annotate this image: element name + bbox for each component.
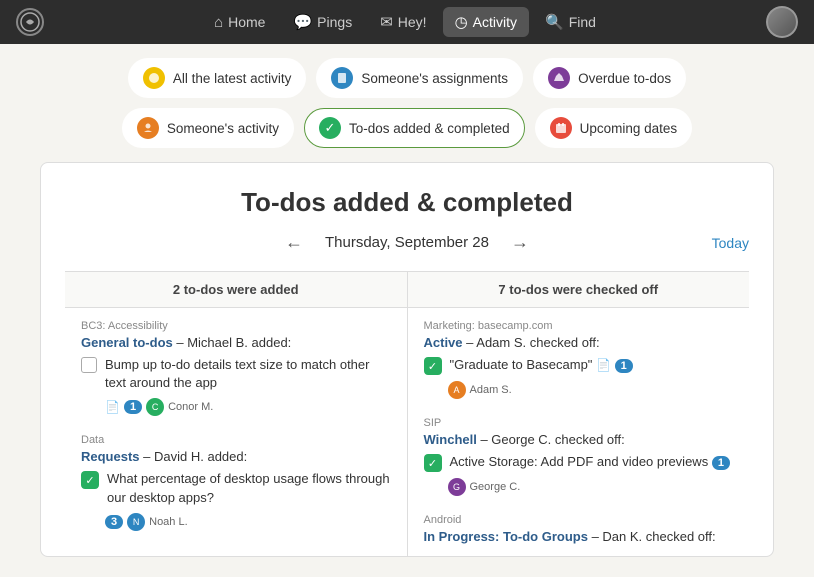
nav-find-label: Find <box>569 14 596 30</box>
checked-project-2: SIP <box>424 417 734 429</box>
filter-overdue-label: Overdue to-dos <box>578 71 671 86</box>
nav-home-label: Home <box>228 14 265 30</box>
conor-name: Conor M. <box>168 401 213 413</box>
upcoming-icon <box>550 117 572 139</box>
badge-1: 1 <box>124 400 142 414</box>
all-latest-icon <box>143 67 165 89</box>
avatar-image <box>766 6 798 38</box>
date-navigation: ← Thursday, September 28 → Today <box>65 230 749 255</box>
today-link[interactable]: Today <box>712 235 749 251</box>
noah-name: Noah L. <box>149 516 188 528</box>
noah-avatar: N <box>127 513 145 531</box>
prev-date-arrow[interactable]: ← <box>279 230 309 255</box>
checked-todo-2: ✓ Active Storage: Add PDF and video prev… <box>424 453 734 472</box>
nav-hey[interactable]: ✉ Hey! <box>368 7 438 37</box>
added-todo-1: Bump up to-do details text size to match… <box>81 356 391 392</box>
badge-c1: 1 <box>615 359 633 373</box>
added-section1-header: General to-dos – Michael B. added: <box>81 335 391 350</box>
general-todos-link[interactable]: General to-dos <box>81 335 173 350</box>
in-progress-link[interactable]: In Progress: To-do Groups <box>424 529 588 544</box>
checkbox-checked-c1[interactable]: ✓ <box>424 357 442 375</box>
logo[interactable] <box>16 8 44 36</box>
checked-section1-header: Active – Adam S. checked off: <box>424 335 734 350</box>
assignments-icon <box>331 67 353 89</box>
nav-home[interactable]: ⌂ Home <box>202 8 277 37</box>
added-section2-header: Requests – David H. added: <box>81 449 391 464</box>
george-name: George C. <box>470 481 521 493</box>
nav-activity-label: Activity <box>473 14 517 30</box>
requests-link[interactable]: Requests <box>81 449 140 464</box>
added-todo-2: ✓ What percentage of desktop usage flows… <box>81 470 391 506</box>
checked-todo-2-text: Active Storage: Add PDF and video previe… <box>450 453 730 471</box>
col-checked-header: 7 to-dos were checked off <box>407 272 749 308</box>
checked-section2-header: Winchell – George C. checked off: <box>424 432 734 447</box>
doc-icon-c1: 📄 <box>596 358 611 372</box>
find-icon: 🔍 <box>545 13 564 31</box>
nav-pings[interactable]: 💬 Pings <box>281 7 364 37</box>
filter-assignments-label: Someone's assignments <box>361 71 508 86</box>
filter-all-latest-label: All the latest activity <box>173 71 292 86</box>
current-date: Thursday, September 28 <box>325 234 489 251</box>
conor-avatar: C <box>146 398 164 416</box>
winchell-link[interactable]: Winchell <box>424 432 477 447</box>
activity-icon: ◷ <box>455 13 468 31</box>
filter-upcoming-dates[interactable]: Upcoming dates <box>535 108 693 148</box>
activity-table: 2 to-dos were added 7 to-dos were checke… <box>65 271 749 556</box>
badge-2: 3 <box>105 515 123 529</box>
user-avatar[interactable] <box>766 6 798 38</box>
filter-all-latest[interactable]: All the latest activity <box>128 58 307 98</box>
page-title: To-dos added & completed <box>65 187 749 218</box>
doc-icon-1: 📄 <box>105 400 120 414</box>
top-nav: ⌂ Home 💬 Pings ✉ Hey! ◷ Activity 🔍 Find <box>0 0 814 44</box>
checked-project-1: Marketing: basecamp.com <box>424 320 734 332</box>
someones-activity-icon <box>137 117 159 139</box>
filter-someones-activity[interactable]: Someone's activity <box>122 108 294 148</box>
filter-upcoming-label: Upcoming dates <box>580 121 678 136</box>
checkbox-empty-1[interactable] <box>81 357 97 373</box>
added-todo-2-text: What percentage of desktop usage flows t… <box>107 470 391 506</box>
added-project-1: BC3: Accessibility <box>81 320 391 332</box>
added-column: BC3: Accessibility General to-dos – Mich… <box>65 308 407 557</box>
active-link[interactable]: Active <box>424 335 463 350</box>
added-todo-1-meta: 📄 1 C Conor M. <box>105 398 391 416</box>
nav-items: ⌂ Home 💬 Pings ✉ Hey! ◷ Activity 🔍 Find <box>202 7 608 37</box>
home-icon: ⌂ <box>214 14 223 31</box>
next-date-arrow[interactable]: → <box>505 230 535 255</box>
checkbox-checked-2[interactable]: ✓ <box>81 471 99 489</box>
adam-avatar: A <box>448 381 466 399</box>
checked-todo-1-meta: A Adam S. <box>448 381 734 399</box>
col-added-header: 2 to-dos were added <box>65 272 407 308</box>
badge-c2: 1 <box>712 456 730 470</box>
added-todo-1-text: Bump up to-do details text size to match… <box>105 356 391 392</box>
nav-activity[interactable]: ◷ Activity <box>443 7 529 37</box>
hey-icon: ✉ <box>380 13 393 31</box>
nav-pings-label: Pings <box>317 14 352 30</box>
filter-overdue-todos[interactable]: Overdue to-dos <box>533 58 686 98</box>
overdue-icon <box>548 67 570 89</box>
main-content: To-dos added & completed ← Thursday, Sep… <box>40 162 774 557</box>
george-avatar: G <box>448 478 466 496</box>
filter-someones-activity-label: Someone's activity <box>167 121 279 136</box>
table-row: BC3: Accessibility General to-dos – Mich… <box>65 308 749 557</box>
checked-project-3: Android <box>424 514 734 526</box>
checked-todo-1-text: "Graduate to Basecamp" 📄 1 <box>450 356 633 374</box>
nav-hey-label: Hey! <box>398 14 427 30</box>
adam-name: Adam S. <box>470 384 512 396</box>
added-todo-2-meta: 3 N Noah L. <box>105 513 391 531</box>
filter-todos-added[interactable]: ✓ To-dos added & completed <box>304 108 525 148</box>
filter-bar: All the latest activity Someone's assign… <box>0 44 814 162</box>
checked-todo-2-meta: G George C. <box>448 478 734 496</box>
pings-icon: 💬 <box>293 13 312 31</box>
nav-find[interactable]: 🔍 Find <box>533 7 608 37</box>
checked-column: Marketing: basecamp.com Active – Adam S.… <box>407 308 749 557</box>
checkbox-checked-c2[interactable]: ✓ <box>424 454 442 472</box>
filter-todos-label: To-dos added & completed <box>349 121 510 136</box>
checked-section3-header: In Progress: To-do Groups – Dan K. check… <box>424 529 734 544</box>
todos-selected-icon: ✓ <box>319 117 341 139</box>
added-project-2: Data <box>81 434 391 446</box>
filter-someones-assignments[interactable]: Someone's assignments <box>316 58 523 98</box>
table-header-row: 2 to-dos were added 7 to-dos were checke… <box>65 272 749 308</box>
checked-todo-1: ✓ "Graduate to Basecamp" 📄 1 <box>424 356 734 375</box>
